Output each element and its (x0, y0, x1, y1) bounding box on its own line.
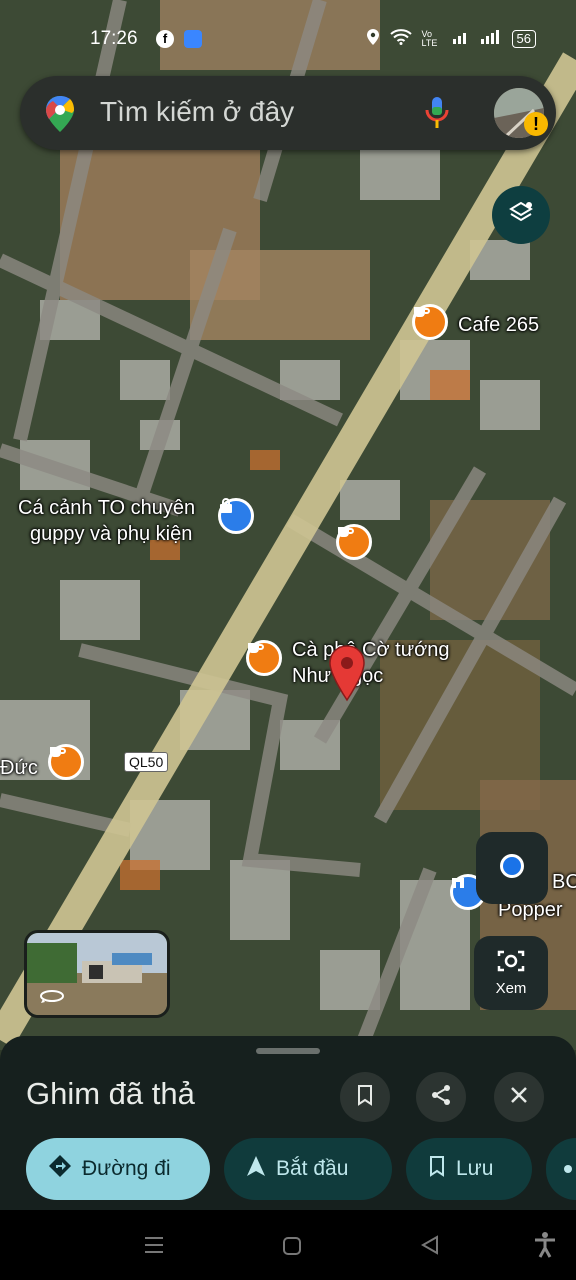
search-placeholder[interactable]: Tìm kiếm ở đây (100, 96, 294, 128)
battery-indicator: 56 (511, 29, 536, 48)
facebook-icon: f (156, 30, 174, 48)
fish-shop-label-line2[interactable]: guppy và phụ kiện (30, 522, 192, 546)
accessibility-icon[interactable] (534, 1232, 556, 1263)
start-label: Bắt đầu (276, 1157, 349, 1180)
place-bottom-sheet[interactable]: Ghim đã thả Đường đi Bắt đầu Lưu (0, 1036, 576, 1210)
recent-apps-icon[interactable] (144, 1236, 164, 1259)
close-button[interactable] (494, 1072, 544, 1122)
duc-label[interactable]: Đức (0, 756, 38, 780)
xem-label: Xem (495, 980, 527, 997)
bookmark-icon (356, 1084, 374, 1111)
status-bar: 17:26 f Vo LTE 56 (0, 22, 576, 56)
directions-button[interactable]: Đường đi (26, 1138, 210, 1200)
microphone-icon[interactable] (424, 95, 450, 136)
directions-label: Đường đi (82, 1157, 171, 1180)
fish-shop-label-line1[interactable]: Cá cảnh TO chuyên (18, 496, 195, 520)
coffee-icon (246, 640, 282, 676)
system-navigation-bar (0, 1210, 576, 1280)
duc-cafe-marker[interactable] (48, 744, 84, 780)
home-icon[interactable] (282, 1236, 302, 1261)
start-button[interactable]: Bắt đầu (224, 1138, 392, 1200)
road-label-ql50: QL50 (124, 752, 169, 772)
directions-icon (48, 1154, 72, 1184)
coffee-icon (412, 304, 448, 340)
warning-icon: ! (524, 112, 548, 136)
shopping-bag-icon (218, 498, 254, 534)
bc-popper-label-line1[interactable]: BC (552, 870, 576, 894)
bookmark-button[interactable] (340, 1072, 390, 1122)
back-icon[interactable] (420, 1235, 440, 1260)
close-icon (510, 1086, 528, 1109)
my-location-button[interactable] (476, 832, 548, 904)
app-notification-icon (184, 30, 202, 48)
bookmark-icon (428, 1155, 446, 1183)
street-view-thumbnail[interactable] (24, 930, 170, 1018)
search-bar[interactable]: Tìm kiếm ở đây ! (20, 76, 556, 150)
navigation-arrow-icon (246, 1155, 266, 1183)
fish-shop-marker[interactable] (218, 498, 254, 534)
share-icon (430, 1084, 452, 1111)
layers-button[interactable] (492, 186, 550, 244)
coffee-icon (48, 744, 84, 780)
cafe-265-label[interactable]: Cafe 265 (458, 313, 539, 337)
wifi-icon (389, 29, 412, 48)
signal-icon-2 (480, 29, 502, 48)
more-actions-chip[interactable] (546, 1138, 576, 1200)
lens-explore-button[interactable]: Xem (474, 936, 548, 1010)
ca-phe-co-tuong-label-line1[interactable]: Cà phê Cờ tướng (292, 638, 449, 662)
sheet-title: Ghim đã thả (26, 1076, 195, 1111)
volte-label: Vo LTE (421, 28, 438, 48)
clock: 17:26 (90, 28, 138, 49)
signal-icon-1 (452, 29, 470, 48)
save-button[interactable]: Lưu (406, 1138, 532, 1200)
google-maps-logo-icon (44, 94, 76, 139)
my-location-icon (497, 851, 527, 886)
camera-lens-icon (496, 948, 526, 978)
coffee-icon (336, 524, 372, 560)
cafe-265-marker[interactable] (412, 304, 448, 340)
drag-handle[interactable] (256, 1048, 320, 1054)
ca-phe-co-tuong-marker[interactable] (246, 640, 282, 676)
location-icon (366, 28, 380, 49)
layers-icon (507, 199, 535, 232)
more-icon (564, 1165, 572, 1173)
save-label: Lưu (456, 1157, 494, 1180)
cafe-marker-unnamed[interactable] (336, 524, 372, 560)
rotate-360-icon (39, 987, 65, 1010)
share-button[interactable] (416, 1072, 466, 1122)
